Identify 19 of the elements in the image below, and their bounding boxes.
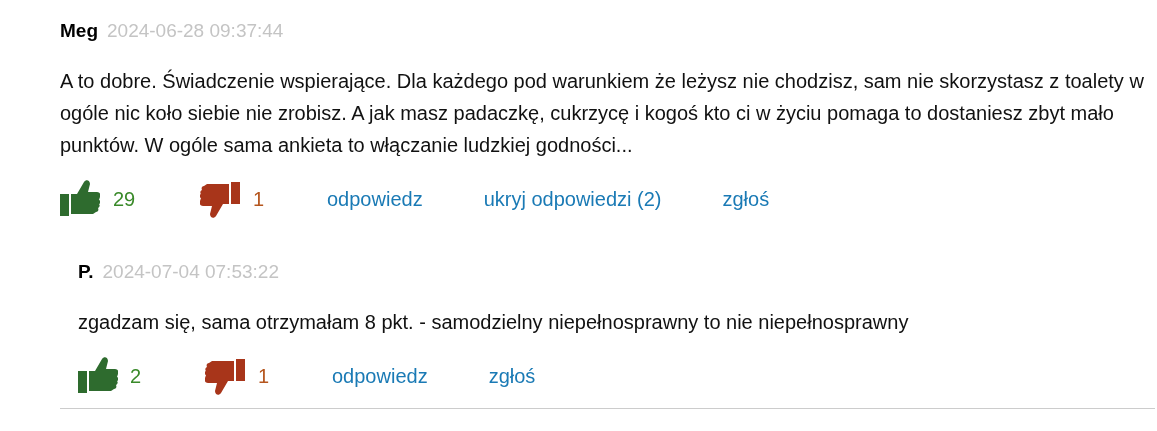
- thumbs-up-icon[interactable]: [60, 179, 100, 218]
- dislike-count: 1: [258, 364, 270, 389]
- action-link[interactable]: ukryj odpowiedzi (2): [483, 183, 662, 214]
- thumbs-up-icon[interactable]: [78, 357, 118, 395]
- author-name: Meg: [60, 19, 98, 43]
- action-link[interactable]: zgłoś: [488, 361, 536, 391]
- comment-date: 2024-06-28 09:37:44: [107, 19, 284, 43]
- action-link[interactable]: zgłoś: [722, 183, 770, 214]
- like-count: 2: [130, 364, 142, 389]
- comment-date: 2024-07-04 07:53:22: [102, 259, 279, 284]
- action-link[interactable]: odpowiedz: [327, 183, 423, 214]
- dislike-count: 1: [253, 186, 265, 212]
- comment-text: A to dobre. Świadczenie wspierające. Dla każdego pod warunkiem że leżysz nie chodzisz, sam nie skorzystasz z toalety w ogóle nic koło siebie nie zrobisz. A jak masz padaczkę, cukrzycę i kogoś kto ci w życiu pomaga to dostaniesz zbyt mało punktów. W ogóle sama ankieta to włączanie ludzkiej godności...: [60, 68, 1145, 158]
- author-name: P.: [78, 259, 94, 284]
- thumbs-down-icon[interactable]: [205, 357, 245, 395]
- reply-text: zgadzam się, sama otrzymałam 8 pkt. - samodzielny niepełnosprawny to nie niepełnosprawny: [78, 310, 910, 335]
- action-link[interactable]: odpowiedz: [332, 361, 428, 391]
- like-count: 29: [113, 186, 136, 212]
- thumbs-down-icon[interactable]: [200, 179, 240, 218]
